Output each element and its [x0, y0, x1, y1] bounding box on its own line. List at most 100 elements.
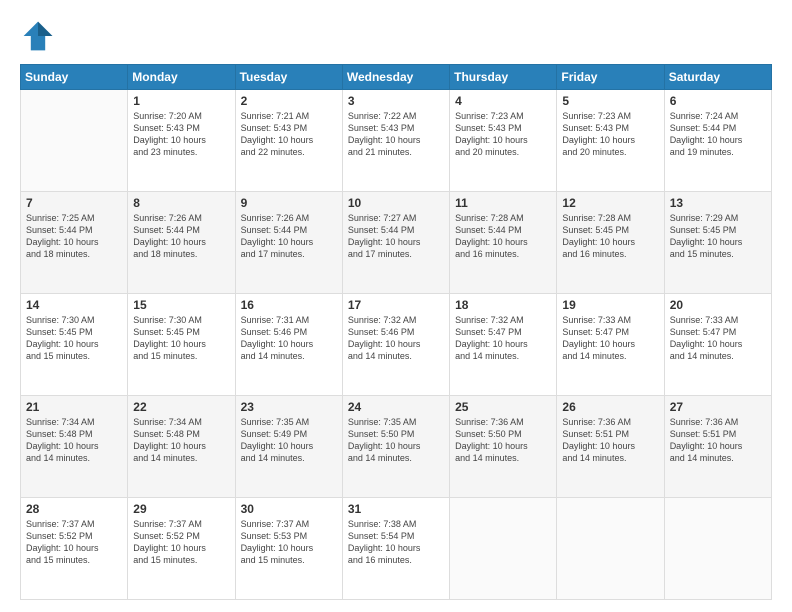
day-number: 2: [241, 94, 337, 108]
cell-info: Sunrise: 7:37 AM Sunset: 5:52 PM Dayligh…: [133, 518, 229, 567]
day-of-week-header: Sunday: [21, 65, 128, 90]
cell-info: Sunrise: 7:23 AM Sunset: 5:43 PM Dayligh…: [455, 110, 551, 159]
day-number: 7: [26, 196, 122, 210]
calendar-cell: 19 Sunrise: 7:33 AM Sunset: 5:47 PM Dayli…: [557, 294, 664, 396]
calendar-week-row: 7 Sunrise: 7:25 AM Sunset: 5:44 PM Daylig…: [21, 192, 772, 294]
day-number: 16: [241, 298, 337, 312]
cell-info: Sunrise: 7:33 AM Sunset: 5:47 PM Dayligh…: [670, 314, 766, 363]
day-number: 8: [133, 196, 229, 210]
day-number: 9: [241, 196, 337, 210]
day-number: 28: [26, 502, 122, 516]
cell-info: Sunrise: 7:32 AM Sunset: 5:46 PM Dayligh…: [348, 314, 444, 363]
day-number: 15: [133, 298, 229, 312]
cell-info: Sunrise: 7:23 AM Sunset: 5:43 PM Dayligh…: [562, 110, 658, 159]
day-number: 18: [455, 298, 551, 312]
calendar-cell: 24 Sunrise: 7:35 AM Sunset: 5:50 PM Dayli…: [342, 396, 449, 498]
cell-info: Sunrise: 7:36 AM Sunset: 5:50 PM Dayligh…: [455, 416, 551, 465]
logo-icon: [20, 18, 56, 54]
calendar-cell: 10 Sunrise: 7:27 AM Sunset: 5:44 PM Dayli…: [342, 192, 449, 294]
calendar-cell: 16 Sunrise: 7:31 AM Sunset: 5:46 PM Dayli…: [235, 294, 342, 396]
cell-info: Sunrise: 7:22 AM Sunset: 5:43 PM Dayligh…: [348, 110, 444, 159]
cell-info: Sunrise: 7:31 AM Sunset: 5:46 PM Dayligh…: [241, 314, 337, 363]
day-number: 4: [455, 94, 551, 108]
day-number: 24: [348, 400, 444, 414]
day-number: 25: [455, 400, 551, 414]
calendar-cell: 5 Sunrise: 7:23 AM Sunset: 5:43 PM Daylig…: [557, 90, 664, 192]
cell-info: Sunrise: 7:28 AM Sunset: 5:45 PM Dayligh…: [562, 212, 658, 261]
cell-info: Sunrise: 7:29 AM Sunset: 5:45 PM Dayligh…: [670, 212, 766, 261]
calendar-cell: 1Sunrise: 7:20 AM Sunset: 5:43 PM Daylig…: [128, 90, 235, 192]
calendar-cell: 28 Sunrise: 7:37 AM Sunset: 5:52 PM Dayli…: [21, 498, 128, 600]
day-number: 31: [348, 502, 444, 516]
calendar-cell: 23Sunrise: 7:35 AM Sunset: 5:49 PM Dayli…: [235, 396, 342, 498]
cell-info: Sunrise: 7:25 AM Sunset: 5:44 PM Dayligh…: [26, 212, 122, 261]
day-number: 20: [670, 298, 766, 312]
calendar-cell: 25 Sunrise: 7:36 AM Sunset: 5:50 PM Dayli…: [450, 396, 557, 498]
calendar-cell: 17 Sunrise: 7:32 AM Sunset: 5:46 PM Dayli…: [342, 294, 449, 396]
calendar-week-row: 28 Sunrise: 7:37 AM Sunset: 5:52 PM Dayli…: [21, 498, 772, 600]
cell-info: Sunrise: 7:36 AM Sunset: 5:51 PM Dayligh…: [670, 416, 766, 465]
cell-info: Sunrise: 7:36 AM Sunset: 5:51 PM Dayligh…: [562, 416, 658, 465]
day-of-week-header: Friday: [557, 65, 664, 90]
calendar-cell: 30Sunrise: 7:37 AM Sunset: 5:53 PM Dayli…: [235, 498, 342, 600]
day-number: 6: [670, 94, 766, 108]
day-of-week-header: Wednesday: [342, 65, 449, 90]
page: SundayMondayTuesdayWednesdayThursdayFrid…: [0, 0, 792, 612]
cell-info: Sunrise: 7:28 AM Sunset: 5:44 PM Dayligh…: [455, 212, 551, 261]
day-number: 29: [133, 502, 229, 516]
calendar-cell: 31Sunrise: 7:38 AM Sunset: 5:54 PM Dayli…: [342, 498, 449, 600]
day-of-week-header: Monday: [128, 65, 235, 90]
calendar-week-row: 14 Sunrise: 7:30 AM Sunset: 5:45 PM Dayli…: [21, 294, 772, 396]
cell-info: Sunrise: 7:33 AM Sunset: 5:47 PM Dayligh…: [562, 314, 658, 363]
calendar-cell: 11 Sunrise: 7:28 AM Sunset: 5:44 PM Dayli…: [450, 192, 557, 294]
cell-info: Sunrise: 7:37 AM Sunset: 5:52 PM Dayligh…: [26, 518, 122, 567]
calendar-table: SundayMondayTuesdayWednesdayThursdayFrid…: [20, 64, 772, 600]
day-number: 14: [26, 298, 122, 312]
cell-info: Sunrise: 7:30 AM Sunset: 5:45 PM Dayligh…: [133, 314, 229, 363]
day-number: 1: [133, 94, 229, 108]
day-number: 10: [348, 196, 444, 210]
calendar-cell: 3 Sunrise: 7:22 AM Sunset: 5:43 PM Daylig…: [342, 90, 449, 192]
calendar-cell: 26Sunrise: 7:36 AM Sunset: 5:51 PM Dayli…: [557, 396, 664, 498]
calendar-cell: [664, 498, 771, 600]
cell-info: Sunrise: 7:37 AM Sunset: 5:53 PM Dayligh…: [241, 518, 337, 567]
calendar-cell: [21, 90, 128, 192]
cell-info: Sunrise: 7:34 AM Sunset: 5:48 PM Dayligh…: [26, 416, 122, 465]
day-number: 13: [670, 196, 766, 210]
calendar-cell: 4 Sunrise: 7:23 AM Sunset: 5:43 PM Daylig…: [450, 90, 557, 192]
cell-info: Sunrise: 7:32 AM Sunset: 5:47 PM Dayligh…: [455, 314, 551, 363]
calendar-cell: 6Sunrise: 7:24 AM Sunset: 5:44 PM Daylig…: [664, 90, 771, 192]
calendar-cell: 29 Sunrise: 7:37 AM Sunset: 5:52 PM Dayli…: [128, 498, 235, 600]
cell-info: Sunrise: 7:27 AM Sunset: 5:44 PM Dayligh…: [348, 212, 444, 261]
day-of-week-header: Saturday: [664, 65, 771, 90]
calendar-header-row: SundayMondayTuesdayWednesdayThursdayFrid…: [21, 65, 772, 90]
day-of-week-header: Thursday: [450, 65, 557, 90]
day-number: 17: [348, 298, 444, 312]
calendar-cell: [557, 498, 664, 600]
calendar-cell: 13 Sunrise: 7:29 AM Sunset: 5:45 PM Dayli…: [664, 192, 771, 294]
calendar-cell: 8 Sunrise: 7:26 AM Sunset: 5:44 PM Daylig…: [128, 192, 235, 294]
calendar-week-row: 1Sunrise: 7:20 AM Sunset: 5:43 PM Daylig…: [21, 90, 772, 192]
day-number: 19: [562, 298, 658, 312]
day-number: 21: [26, 400, 122, 414]
day-number: 5: [562, 94, 658, 108]
calendar-cell: 18 Sunrise: 7:32 AM Sunset: 5:47 PM Dayli…: [450, 294, 557, 396]
cell-info: Sunrise: 7:21 AM Sunset: 5:43 PM Dayligh…: [241, 110, 337, 159]
cell-info: Sunrise: 7:35 AM Sunset: 5:49 PM Dayligh…: [241, 416, 337, 465]
calendar-cell: 12 Sunrise: 7:28 AM Sunset: 5:45 PM Dayli…: [557, 192, 664, 294]
logo: [20, 18, 60, 54]
day-number: 11: [455, 196, 551, 210]
calendar-cell: 20 Sunrise: 7:33 AM Sunset: 5:47 PM Dayli…: [664, 294, 771, 396]
calendar-cell: 14 Sunrise: 7:30 AM Sunset: 5:45 PM Dayli…: [21, 294, 128, 396]
calendar-week-row: 21 Sunrise: 7:34 AM Sunset: 5:48 PM Dayli…: [21, 396, 772, 498]
calendar-cell: 7 Sunrise: 7:25 AM Sunset: 5:44 PM Daylig…: [21, 192, 128, 294]
day-number: 3: [348, 94, 444, 108]
calendar-cell: 2 Sunrise: 7:21 AM Sunset: 5:43 PM Daylig…: [235, 90, 342, 192]
cell-info: Sunrise: 7:26 AM Sunset: 5:44 PM Dayligh…: [133, 212, 229, 261]
day-number: 12: [562, 196, 658, 210]
day-number: 22: [133, 400, 229, 414]
calendar-cell: 15 Sunrise: 7:30 AM Sunset: 5:45 PM Dayli…: [128, 294, 235, 396]
cell-info: Sunrise: 7:35 AM Sunset: 5:50 PM Dayligh…: [348, 416, 444, 465]
cell-info: Sunrise: 7:30 AM Sunset: 5:45 PM Dayligh…: [26, 314, 122, 363]
calendar-cell: 22Sunrise: 7:34 AM Sunset: 5:48 PM Dayli…: [128, 396, 235, 498]
